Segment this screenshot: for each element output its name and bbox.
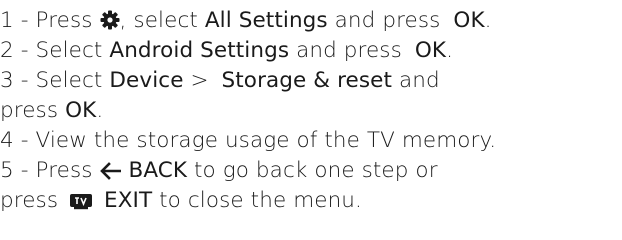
step-5: 5 - Press BACK to go back one step or [0,158,438,187]
left-arrow-icon [99,161,122,187]
storage-reset-term: Storage & reset [221,68,393,93]
step-number: 4 [0,128,14,153]
step-number: 2 [0,38,14,63]
step-number: 3 [0,68,14,93]
step-number: 5 [0,158,14,183]
ok-key-label: OK [65,98,97,123]
step-number: 1 [0,8,14,33]
gear-icon [100,10,120,37]
step-text: Press [35,8,93,33]
breadcrumb-separator: > [190,68,209,93]
all-settings-term: All Settings [204,8,328,33]
ok-key-label: OK [453,8,485,33]
step-3: 3 - Select Device > Storage & reset and [0,68,440,93]
step-3-continued: press OK. [0,98,104,123]
step-1: 1 - Press , select All Settings and pres… [0,8,492,37]
ok-key-label: OK [414,38,447,63]
step-2: 2 - Select Android Settings and press OK… [0,38,454,63]
android-settings-term: Android Settings [109,38,290,63]
tv-icon [69,191,93,217]
step-5-continued: press EXIT to close the menu. [0,188,362,217]
step-4: 4 - View the storage usage of the TV mem… [0,128,497,153]
step-text: View the storage usage of the TV memory. [35,128,497,153]
device-term: Device [109,68,184,93]
back-key-label: BACK [128,158,188,183]
instructions-document: 1 - Press , select All Settings and pres… [0,0,622,240]
exit-key-label: EXIT [104,188,153,213]
